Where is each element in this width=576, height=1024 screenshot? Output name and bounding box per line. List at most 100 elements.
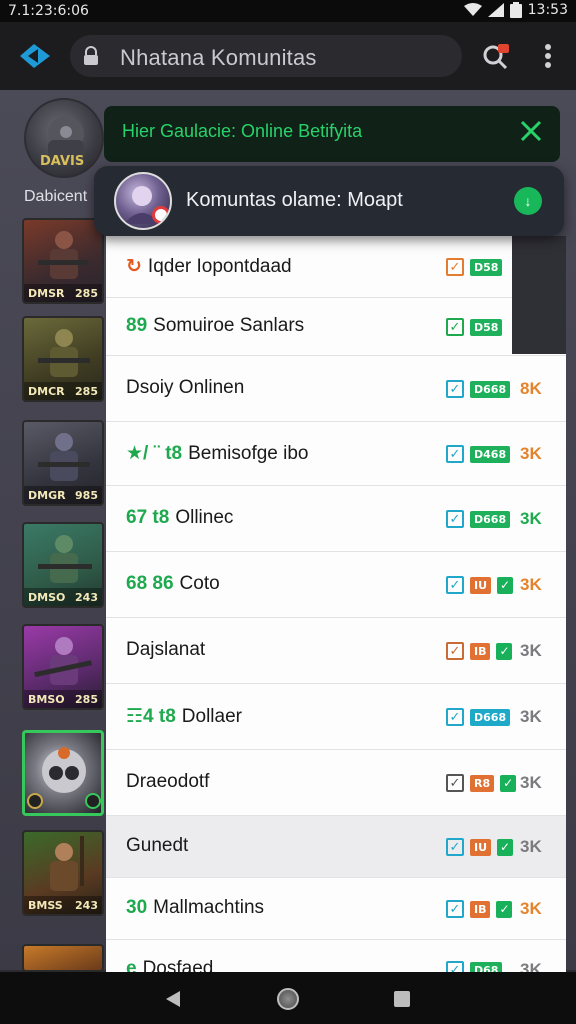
checkbox[interactable]: ✓ — [446, 961, 464, 972]
search-bar[interactable]: Nhatana Komunitas — [70, 35, 462, 77]
community-toast[interactable]: Komuntas olame: Moapt ↓ — [94, 166, 564, 236]
tile-name: DMGR — [28, 488, 66, 502]
list-item-text: Dajslanat — [126, 639, 206, 660]
game-tile[interactable]: DMSR 285 — [22, 218, 104, 304]
list-item[interactable]: ★/ ¨ t8 Bemisofge ibo ✓ D468 3K — [106, 422, 566, 486]
list-item-status: ✓ IU ✓ — [446, 838, 514, 856]
checkbox[interactable]: ✓ — [446, 774, 464, 792]
tile-score: 285 — [75, 286, 98, 300]
member-count: 3K — [520, 707, 542, 726]
notification-search-icon[interactable] — [482, 42, 510, 70]
member-count: 3K — [520, 575, 542, 594]
status-badge: D58 — [470, 258, 503, 276]
robot-head-icon — [27, 747, 101, 809]
soldier-icon — [38, 329, 90, 377]
member-count: 3K — [520, 960, 542, 972]
list-item-status: ✓ IB ✓ — [446, 900, 513, 918]
game-tile[interactable] — [22, 944, 104, 972]
community-list: e Dosfaed ✓ D68 3K 30 Mallmachtins ✓ IB ✓ 3K Gunedt… — [106, 236, 566, 972]
toast-avatar — [114, 172, 172, 230]
status-badge: IU — [470, 576, 492, 594]
checkbox[interactable]: ✓ — [446, 708, 464, 726]
checkbox[interactable]: ✓ — [446, 642, 464, 660]
list-item-text: Dosfaed — [142, 958, 214, 972]
member-count: 8K — [520, 379, 542, 398]
home-icon[interactable] — [277, 988, 299, 1010]
checkbox[interactable]: ✓ — [446, 445, 464, 463]
status-badge: D68 — [470, 961, 503, 972]
list-item-label: e Dosfaed — [126, 958, 213, 972]
list-item-status: ✓ D668 — [446, 708, 511, 726]
signal-icon — [487, 3, 504, 17]
back-icon[interactable] — [164, 989, 182, 1009]
avatar[interactable]: DAVIS — [24, 98, 104, 178]
checkbox[interactable]: ✓ — [446, 380, 464, 398]
list-item[interactable]: Dajslanat ✓ IB ✓ 3K — [106, 618, 566, 684]
list-item[interactable]: Draeodotf ✓ R8 ✓ 3K — [106, 750, 566, 816]
list-item-text: Ollinec — [175, 507, 234, 528]
recents-icon[interactable] — [394, 991, 410, 1007]
list-item-text: Bemisofge ibo — [188, 443, 309, 464]
game-tile[interactable]: BMSO 285 — [22, 624, 104, 710]
download-icon[interactable]: ↓ — [514, 187, 542, 215]
member-count: 3K — [520, 773, 542, 792]
check-icon: ✓ — [500, 774, 517, 792]
status-time: 7.1:23:6:06 — [8, 3, 89, 19]
member-count: 3K — [520, 641, 542, 660]
list-item-label: ☶4 t8 Dollaer — [126, 705, 242, 728]
soldier-icon — [34, 637, 93, 685]
list-item-status: ✓ R8 ✓ — [446, 774, 517, 792]
wifi-icon — [463, 3, 482, 16]
list-item-prefix-icon: 68 86 — [126, 573, 174, 594]
checkbox[interactable]: ✓ — [446, 838, 464, 856]
list-item-prefix-icon: ☶4 t8 — [126, 706, 176, 727]
soldier-icon — [38, 231, 88, 279]
app-logo-icon[interactable] — [18, 40, 52, 72]
checkbox[interactable]: ✓ — [446, 258, 464, 276]
toast-text: Komuntas olame: Moapt — [186, 189, 403, 211]
list-item[interactable]: Gunedt ✓ IU ✓ 3K — [106, 816, 566, 878]
list-item[interactable]: ☶4 t8 Dollaer ✓ D668 3K — [106, 684, 566, 750]
soldier-icon — [38, 433, 90, 481]
list-item[interactable]: 30 Mallmachtins ✓ IB ✓ 3K — [106, 878, 566, 940]
game-tile-selected[interactable] — [22, 730, 104, 816]
checkbox[interactable]: ✓ — [446, 510, 464, 528]
side-label: Dabicent — [24, 188, 88, 205]
online-notification: Hier Gaulacie: Online Betifyita — [104, 106, 560, 162]
more-options-icon[interactable] — [540, 42, 556, 70]
list-item-text: Dollaer — [181, 706, 242, 727]
avatar-label: DAVIS — [40, 154, 85, 169]
checkbox[interactable]: ✓ — [446, 318, 464, 336]
status-dot-icon — [152, 206, 170, 224]
list-item-text: Gunedt — [126, 835, 189, 856]
list-item-label: Dsoiy Onlinen — [126, 377, 244, 399]
list-item-status: ✓ D58 — [446, 318, 503, 336]
list-item-prefix-icon: 30 — [126, 897, 148, 918]
list-item-label: 67 t8 Ollinec — [126, 507, 233, 529]
list-item[interactable]: e Dosfaed ✓ D68 3K — [106, 940, 566, 972]
list-item[interactable]: Dsoiy Onlinen ✓ D668 8K — [106, 356, 566, 422]
game-tile[interactable]: DMCR 285 — [22, 316, 104, 402]
nav-bar — [0, 972, 576, 1024]
tile-score: 285 — [75, 384, 98, 398]
checkbox[interactable]: ✓ — [446, 576, 464, 594]
member-count: 3K — [520, 509, 542, 528]
member-count: 3K — [520, 899, 542, 918]
list-item-text: Somuiroe Sanlars — [153, 315, 305, 336]
list-item-prefix-icon: 67 t8 — [126, 507, 170, 528]
list-item[interactable]: 68 86 Coto ✓ IU ✓ 3K — [106, 552, 566, 618]
game-tile[interactable]: BMSS 243 — [22, 830, 104, 916]
list-item[interactable]: 89Somuiroe Sanlars✓D589K — [106, 298, 566, 356]
game-tile[interactable]: DMSO 243 — [22, 522, 104, 608]
close-icon[interactable] — [518, 118, 544, 144]
list-item[interactable]: 67 t8 Ollinec ✓ D668 3K — [106, 486, 566, 552]
list-item-status: ✓ D468 — [446, 445, 511, 463]
list-item-label: ↻ Iqder Iopontdaad — [126, 255, 292, 278]
status-badge: IU — [470, 838, 492, 856]
game-tile[interactable]: DMGR 985 — [22, 420, 104, 506]
list-item-prefix-icon: ↻ — [126, 256, 142, 277]
list-item-text: Mallmachtins — [153, 897, 265, 918]
checkbox[interactable]: ✓ — [446, 900, 464, 918]
soldier-icon — [38, 535, 92, 583]
list-item[interactable]: ↻Iqder Iopontdaad✓D589K — [106, 236, 566, 298]
